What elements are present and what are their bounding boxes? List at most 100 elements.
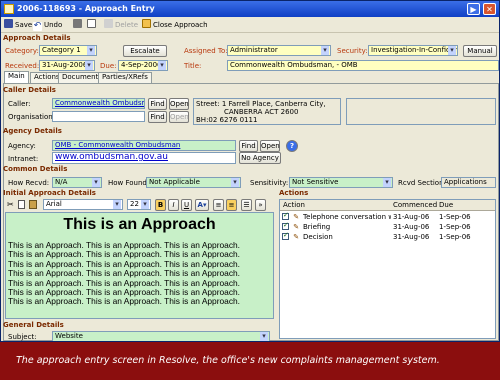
actions-header-row: Action Commenced Due: [280, 200, 495, 211]
align-left-icon[interactable]: ≡: [213, 199, 224, 211]
bold-button[interactable]: B: [155, 199, 166, 211]
editor-toolbar: ✂ Arial 22 B I U A▾ ≡ ≡ ☰ »: [5, 198, 273, 212]
actions-heading: Actions: [279, 189, 309, 197]
print-button[interactable]: [73, 19, 84, 31]
how-recvd-select[interactable]: N/A: [52, 177, 102, 188]
action-due: 1-Sep-06: [439, 213, 471, 221]
action-checkbox[interactable]: [282, 211, 289, 220]
assigned-to-select[interactable]: Administrator: [227, 45, 331, 56]
table-row[interactable]: ✎ Briefing 31-Aug-06 1-Sep-06: [282, 221, 494, 232]
title-label: Title:: [184, 62, 202, 70]
approach-details-heading: Approach Details: [3, 34, 71, 42]
intranet-link[interactable]: www.ombudsman.gov.au: [52, 152, 236, 164]
tab-parties-xrefs[interactable]: Parties/XRefs: [98, 72, 152, 83]
organisation-find-button[interactable]: Find: [148, 111, 167, 123]
subject-select[interactable]: Website: [52, 331, 270, 341]
font-size-select[interactable]: 22: [127, 199, 151, 210]
col-commenced-header[interactable]: Commenced: [393, 201, 437, 209]
caller-notes-box: [346, 98, 496, 125]
preview-button[interactable]: [87, 19, 98, 31]
delete-button[interactable]: Delete: [104, 19, 138, 31]
action-name: Decision: [303, 233, 333, 241]
action-due: 1-Sep-06: [439, 223, 471, 231]
cut-icon[interactable]: ✂: [7, 200, 14, 209]
address-street: Street: 1 Farrell Place, Canberra City,: [196, 100, 326, 108]
due-date-field[interactable]: 4-Sep-2006: [118, 60, 168, 71]
caption-bar: The approach entry screen in Resolve, th…: [0, 342, 500, 380]
title-field[interactable]: Commonwealth Ombudsman, - OMB: [227, 60, 499, 71]
subject-label: Subject:: [8, 333, 37, 341]
underline-button[interactable]: U: [181, 199, 192, 211]
category-label: Category:: [5, 47, 39, 55]
undo-button[interactable]: ↶ Undo: [33, 19, 62, 31]
caller-find-button[interactable]: Find: [148, 98, 167, 110]
how-found-label: How Found:: [108, 179, 150, 187]
action-name: Briefing: [303, 223, 331, 231]
agency-field[interactable]: OMB - Commonwealth Ombudsman: [52, 140, 236, 151]
caller-open-button[interactable]: Open: [169, 98, 189, 110]
caller-field[interactable]: Commonwealth Ombudsman,: [52, 98, 145, 109]
approach-heading-text: This is an Approach: [63, 216, 216, 233]
security-select[interactable]: Investigation-In-Confidence: [368, 45, 458, 56]
no-agency-button[interactable]: No Agency: [239, 152, 281, 164]
agency-label: Agency:: [8, 142, 36, 150]
manual-button[interactable]: Manual: [463, 45, 497, 57]
undo-icon: ↶: [33, 21, 42, 31]
toolbar: Save ↶ Undo Delete Close Approach: [1, 17, 499, 33]
more-options-icon[interactable]: »: [255, 199, 266, 211]
col-due-header[interactable]: Due: [439, 201, 453, 209]
paste-icon[interactable]: [29, 200, 37, 209]
security-label: Security:: [337, 47, 368, 55]
action-checkbox[interactable]: [282, 231, 289, 240]
delete-icon: [104, 19, 113, 28]
address-city: CANBERRA ACT 2600: [224, 108, 299, 116]
approach-rich-text-editor[interactable]: This is an Approach This is an Approach.…: [5, 212, 274, 319]
agency-details-heading: Agency Details: [3, 127, 62, 135]
common-details-heading: Common Details: [3, 165, 68, 173]
actions-list: Action Commenced Due ✎ Telephone convers…: [279, 199, 496, 339]
copy-icon[interactable]: [18, 200, 25, 209]
escalate-button[interactable]: Escalate: [123, 45, 167, 57]
due-label: Due:: [100, 62, 117, 70]
table-row[interactable]: ✎ Telephone conversation w... 31-Aug-06 …: [282, 211, 494, 222]
approach-entry-window: 2006-118693 - Approach Entry ▶ ✕ Save ↶ U…: [0, 0, 500, 342]
organisation-field[interactable]: [52, 111, 145, 122]
caller-label: Caller:: [8, 100, 31, 108]
align-center-icon[interactable]: ≡: [226, 199, 237, 211]
help-icon[interactable]: ?: [286, 140, 298, 152]
app-icon: [4, 4, 14, 14]
approach-body-text: This is an Approach. This is an Approach…: [6, 240, 273, 307]
bullet-list-icon[interactable]: ☰: [241, 199, 252, 211]
how-recvd-label: How Recvd:: [8, 179, 50, 187]
font-select[interactable]: Arial: [43, 199, 123, 210]
agency-find-button[interactable]: Find: [239, 140, 258, 152]
print-icon: [73, 19, 82, 28]
caller-address-box: Street: 1 Farrell Place, Canberra City, …: [193, 98, 341, 125]
restore-icon[interactable]: ▶: [467, 3, 480, 15]
rcvd-section-label: Rcvd Section:: [398, 179, 446, 187]
how-found-select[interactable]: Not Applicable: [146, 177, 241, 188]
action-commenced: 31-Aug-06: [393, 223, 430, 231]
approach-body-line: This is an Approach. This is an Approach…: [8, 296, 240, 307]
agency-open-button[interactable]: Open: [260, 140, 280, 152]
save-button[interactable]: Save: [4, 19, 32, 31]
close-window-icon[interactable]: ✕: [483, 3, 496, 15]
action-name: Telephone conversation w...: [303, 213, 391, 221]
intranet-label: Intranet:: [8, 155, 39, 163]
assigned-to-label: Assigned To:: [184, 47, 228, 55]
sensitivity-select[interactable]: Not Sensitive: [289, 177, 393, 188]
font-color-icon[interactable]: A▾: [195, 199, 209, 211]
initial-approach-heading: Initial Approach Details: [3, 189, 96, 197]
organisation-label: Organisation:: [8, 113, 56, 121]
organisation-open-button[interactable]: Open: [169, 111, 189, 123]
close-approach-button[interactable]: Close Approach: [142, 19, 208, 31]
table-row[interactable]: ✎ Decision 31-Aug-06 1-Sep-06: [282, 231, 494, 242]
italic-button[interactable]: I: [168, 199, 179, 211]
category-select[interactable]: Category 1: [39, 45, 97, 56]
col-action-header[interactable]: Action: [283, 201, 305, 209]
received-date-field[interactable]: 31-Aug-2006: [39, 60, 95, 71]
action-icon: ✎: [293, 213, 300, 221]
action-checkbox[interactable]: [282, 221, 289, 230]
rcvd-section-field: Applications: [441, 177, 496, 188]
save-icon: [4, 19, 13, 28]
